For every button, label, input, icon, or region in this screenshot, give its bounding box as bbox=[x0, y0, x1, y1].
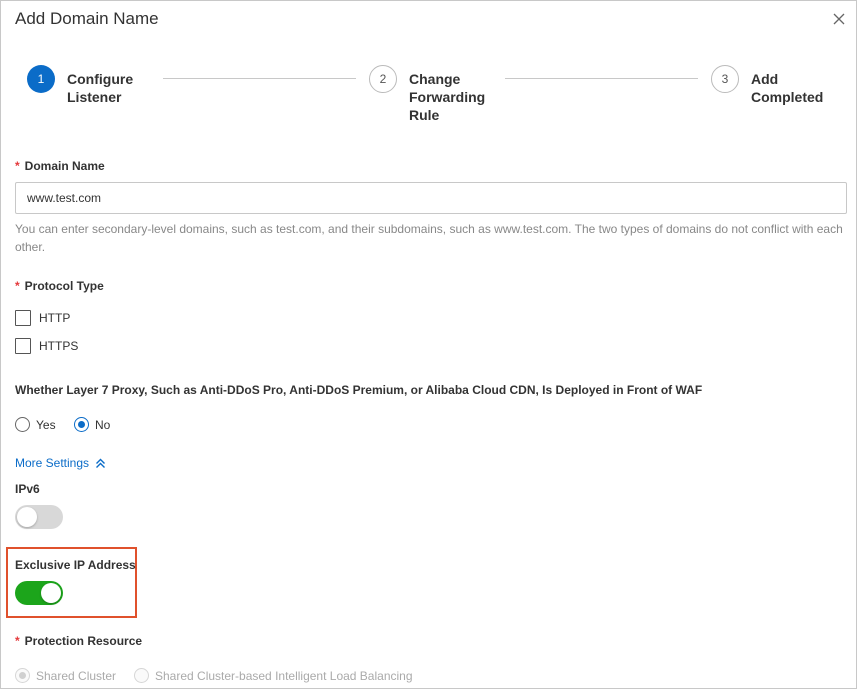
step-label: Change Forwarding Rule bbox=[409, 71, 486, 123]
close-icon[interactable] bbox=[829, 9, 849, 29]
checkbox-box[interactable] bbox=[15, 310, 31, 326]
protocol-type-label: * Protocol Type bbox=[15, 279, 104, 293]
protocol-type-label-text: Protocol Type bbox=[24, 279, 104, 293]
checkbox-label: HTTPS bbox=[39, 339, 79, 353]
required-mark: * bbox=[15, 634, 20, 648]
radio-label: Yes bbox=[36, 417, 56, 432]
dialog-title: Add Domain Name bbox=[15, 9, 159, 28]
required-mark: * bbox=[15, 279, 20, 293]
radio-label: No bbox=[95, 417, 111, 432]
exclusive-ip-label: Exclusive IP Address bbox=[15, 558, 136, 572]
proxy-no-radio[interactable]: No bbox=[74, 417, 110, 432]
step-number: 1 bbox=[27, 65, 55, 93]
radio-label: Shared Cluster bbox=[36, 668, 117, 683]
more-settings-link[interactable]: More Settings bbox=[15, 456, 106, 470]
step-number: 3 bbox=[711, 65, 739, 93]
domain-name-label: * Domain Name bbox=[15, 159, 105, 173]
radio-label: Shared Cluster-based Intelligent Load Ba… bbox=[155, 668, 413, 683]
protection-resource-label-text: Protection Resource bbox=[24, 634, 143, 648]
proxy-yes-radio[interactable]: Yes bbox=[15, 417, 56, 432]
step-label: Configure Listener bbox=[67, 71, 134, 105]
protection-shared-cluster-radio[interactable]: Shared Cluster bbox=[15, 668, 116, 683]
protocol-https-checkbox[interactable]: HTTPS bbox=[15, 338, 78, 354]
protection-shared-cluster-lb-radio[interactable]: Shared Cluster-based Intelligent Load Ba… bbox=[134, 668, 413, 683]
step-connector bbox=[505, 78, 698, 79]
step-number: 2 bbox=[369, 65, 397, 93]
ipv6-switch[interactable] bbox=[15, 505, 63, 529]
radio-circle[interactable] bbox=[74, 417, 89, 432]
more-settings-label: More Settings bbox=[15, 456, 90, 470]
checkbox-box[interactable] bbox=[15, 338, 31, 354]
double-chevron-up-icon bbox=[95, 458, 106, 469]
domain-name-input[interactable] bbox=[15, 182, 847, 214]
radio-circle[interactable] bbox=[134, 668, 149, 683]
step-change-forwarding-rule: 2 Change Forwarding Rule bbox=[369, 65, 485, 124]
exclusive-ip-switch[interactable] bbox=[15, 581, 63, 605]
switch-knob bbox=[41, 583, 61, 603]
step-connector bbox=[163, 78, 356, 79]
radio-circle[interactable] bbox=[15, 668, 30, 683]
step-add-completed: 3 Add Completed bbox=[711, 65, 823, 106]
step-label: Add Completed bbox=[751, 71, 824, 105]
protection-resource-label: * Protection Resource bbox=[15, 634, 142, 648]
protocol-http-checkbox[interactable]: HTTP bbox=[15, 310, 70, 326]
switch-knob bbox=[17, 507, 37, 527]
domain-name-help: You can enter secondary-level domains, s… bbox=[15, 222, 843, 254]
domain-name-label-text: Domain Name bbox=[24, 159, 105, 173]
add-domain-dialog: Add Domain Name 1 Configure Listener 2 C… bbox=[0, 0, 857, 689]
layer7-proxy-label: Whether Layer 7 Proxy, Such as Anti-DDoS… bbox=[15, 383, 703, 397]
step-configure-listener: 1 Configure Listener bbox=[27, 65, 133, 106]
ipv6-label: IPv6 bbox=[15, 482, 40, 496]
checkbox-label: HTTP bbox=[39, 311, 71, 325]
radio-circle[interactable] bbox=[15, 417, 30, 432]
required-mark: * bbox=[15, 159, 20, 173]
